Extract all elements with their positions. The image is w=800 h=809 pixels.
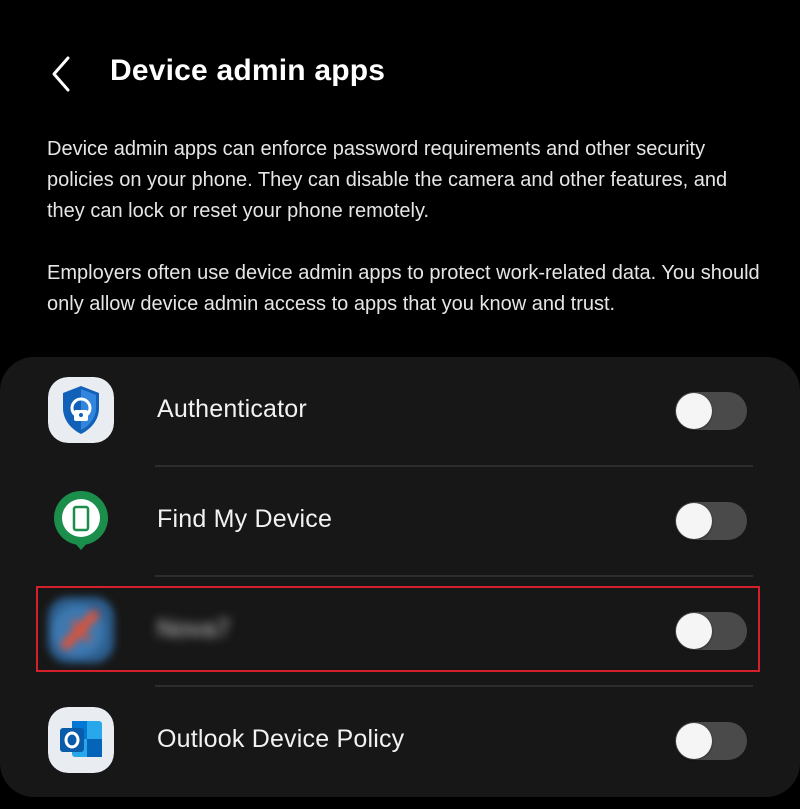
find-my-device-icon — [48, 487, 114, 553]
toggle-blurred-app[interactable] — [675, 612, 747, 650]
toggle-knob — [676, 613, 712, 649]
device-admin-app-list: Authenticator Find My Device Nova7 Outlo… — [0, 357, 800, 797]
list-item-blurred-app[interactable]: Nova7 — [0, 577, 800, 685]
description-paragraph-1: Device admin apps can enforce password r… — [47, 138, 728, 222]
toggle-knob — [676, 503, 712, 539]
outlook-icon — [48, 707, 114, 773]
app-label-blurred-app: Nova7 — [157, 615, 231, 643]
list-item-authenticator[interactable]: Authenticator — [0, 357, 800, 465]
page-title: Device admin apps — [110, 54, 386, 87]
top-app-bar: Device admin apps — [0, 40, 800, 110]
chevron-left-icon — [52, 56, 70, 92]
app-label-find-my-device: Find My Device — [157, 505, 333, 533]
toggle-knob — [676, 723, 712, 759]
toggle-knob — [676, 393, 712, 429]
list-item-outlook-device-policy[interactable]: Outlook Device Policy — [0, 687, 800, 795]
blurred-app-icon — [48, 597, 114, 663]
toggle-outlook-device-policy[interactable] — [675, 722, 747, 760]
app-label-outlook-device-policy: Outlook Device Policy — [157, 725, 405, 753]
description-paragraph-2: Employers often use device admin apps to… — [47, 262, 760, 315]
back-button[interactable] — [40, 52, 84, 96]
toggle-authenticator[interactable] — [675, 392, 747, 430]
authenticator-icon — [48, 377, 114, 443]
app-label-authenticator: Authenticator — [157, 395, 307, 423]
toggle-find-my-device[interactable] — [675, 502, 747, 540]
list-item-find-my-device[interactable]: Find My Device — [0, 467, 800, 575]
